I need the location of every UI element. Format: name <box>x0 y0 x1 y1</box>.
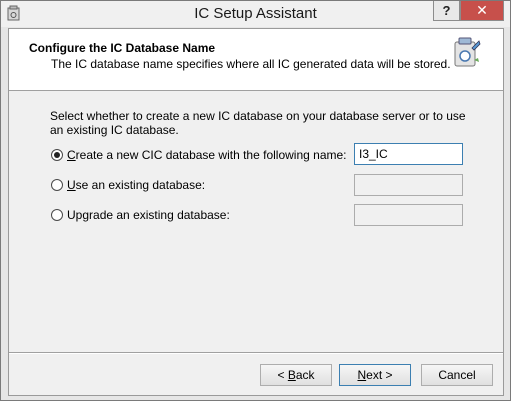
upgrade-existing-radio[interactable] <box>51 209 63 221</box>
use-existing-label[interactable]: Use an existing database: <box>67 178 205 192</box>
setup-wizard-icon <box>454 37 481 67</box>
cancel-button[interactable]: Cancel <box>421 364 493 386</box>
upgrade-database-input[interactable] <box>354 204 463 226</box>
help-button[interactable]: ? <box>433 1 460 21</box>
close-button[interactable]: ✕ <box>460 1 504 21</box>
option-upgrade-existing[interactable]: Upgrade an existing database: <box>51 207 230 223</box>
page-title: Configure the IC Database Name <box>29 41 216 55</box>
back-button[interactable]: < Back <box>260 364 332 386</box>
intro-text: Select whether to create a new IC databa… <box>50 109 466 137</box>
setup-window: IC Setup Assistant ? ✕ Configure the IC … <box>0 0 511 401</box>
new-database-name-input[interactable] <box>354 143 463 165</box>
page-subtitle: The IC database name specifies where all… <box>51 57 451 71</box>
option-create-new[interactable]: Create a new CIC database with the follo… <box>51 147 347 163</box>
footer-separator <box>9 352 503 354</box>
existing-database-input[interactable] <box>354 174 463 196</box>
title-bar: IC Setup Assistant ? ✕ <box>1 1 510 27</box>
option-use-existing[interactable]: Use an existing database: <box>51 177 205 193</box>
next-button[interactable]: Next > <box>339 364 411 386</box>
create-new-radio[interactable] <box>51 149 63 161</box>
create-new-label[interactable]: Create a new CIC database with the follo… <box>67 148 347 162</box>
use-existing-radio[interactable] <box>51 179 63 191</box>
upgrade-existing-label[interactable]: Upgrade an existing database: <box>67 208 230 222</box>
wizard-header: Configure the IC Database Name The IC da… <box>9 29 503 91</box>
wizard-client-area: Configure the IC Database Name The IC da… <box>8 28 504 396</box>
